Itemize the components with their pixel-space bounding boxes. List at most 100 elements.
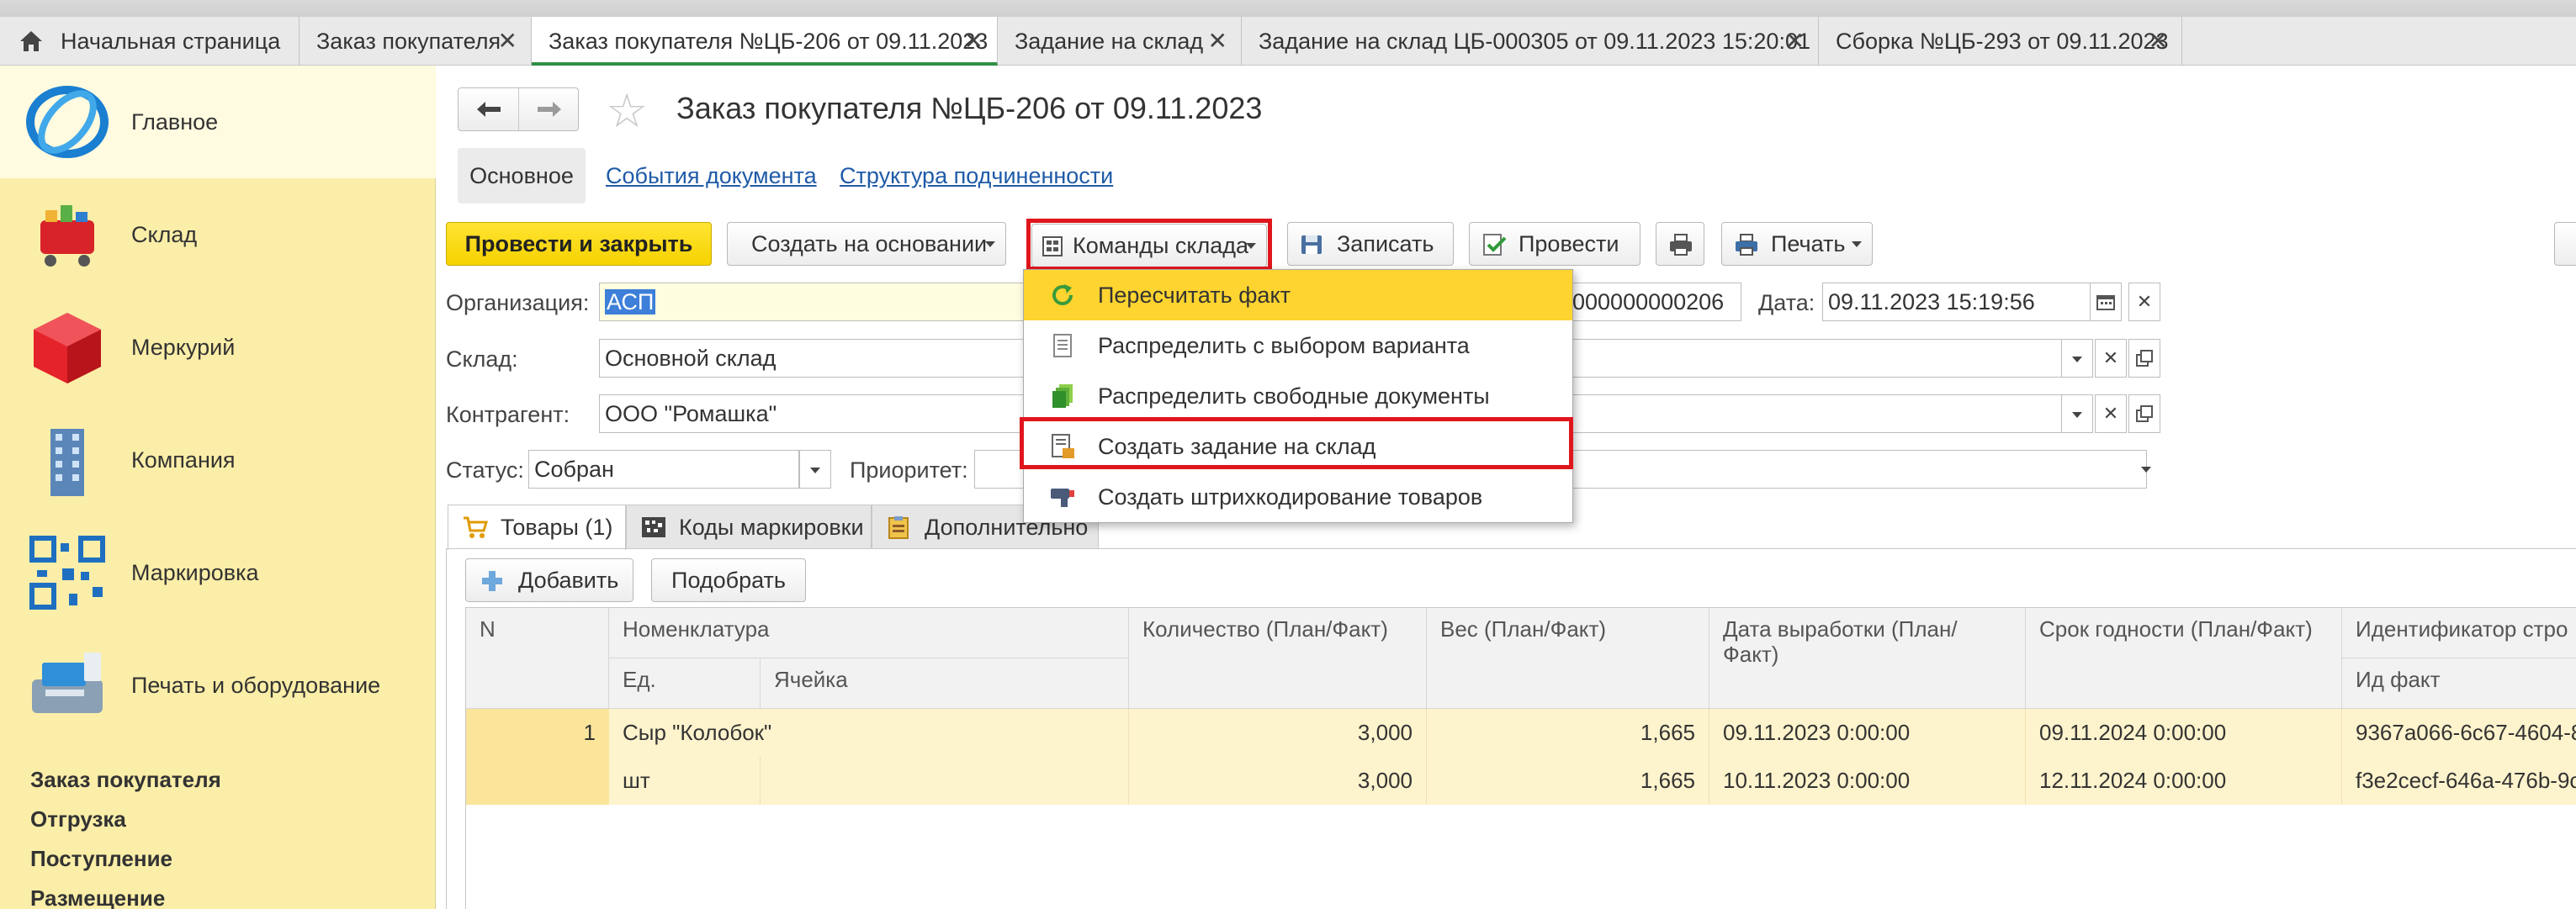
dropdown-arrow-icon — [2072, 356, 2082, 362]
forward-arrow-icon[interactable] — [536, 100, 563, 119]
back-arrow-icon[interactable] — [475, 100, 502, 119]
save-button[interactable]: Записать — [1287, 222, 1454, 266]
column-header-identifier[interactable]: Идентификатор стро — [2342, 608, 2576, 658]
warehouse-clear-button[interactable]: ✕ — [2095, 339, 2127, 378]
column-header-n[interactable]: N — [466, 608, 609, 709]
tab-warehouse-task[interactable]: Задание на склад ✕ — [998, 17, 1242, 66]
status-field[interactable]: Собран — [528, 450, 799, 489]
window-top-strip — [0, 0, 2576, 17]
tab-label: Коды маркировки — [679, 515, 864, 540]
column-header-cell[interactable]: Ячейка — [761, 658, 1129, 709]
sidebar-item-label: Компания — [131, 447, 236, 473]
sidebar-link-customer-order[interactable]: Заказ покупателя — [30, 760, 221, 800]
tab-label: Сборка №ЦБ-293 от 09.11.2023 — [1836, 29, 2169, 54]
counterparty-dropdown-button[interactable] — [2061, 394, 2093, 433]
counterparty-open-button[interactable] — [2128, 394, 2160, 433]
subtab-main[interactable]: Основное — [458, 148, 586, 203]
tab-label: Заказ покупателя №ЦБ-206 от 09.11.2023 — [549, 29, 989, 54]
print-icon-button[interactable] — [1656, 222, 1704, 266]
calendar-icon — [2096, 295, 2115, 310]
column-header-expiry[interactable]: Срок годности (План/Факт) — [2026, 608, 2342, 709]
printer-icon — [1736, 234, 1757, 256]
status-label: Статус: — [446, 457, 524, 483]
tab-marking-codes[interactable]: Коды маркировки — [626, 505, 872, 548]
column-header-weight[interactable]: Вес (План/Факт) — [1427, 608, 1709, 709]
plus-icon — [482, 571, 502, 591]
add-button[interactable]: Добавить — [465, 558, 633, 602]
close-icon[interactable]: ✕ — [498, 17, 517, 66]
create-based-on-button[interactable]: Создать на основании — [727, 222, 1006, 266]
sidebar-link-placement[interactable]: Размещение — [30, 879, 221, 909]
counterparty-label: Контрагент: — [446, 402, 570, 427]
main-logo-icon — [26, 86, 109, 158]
date-field[interactable]: 09.11.2023 15:19:56 — [1822, 283, 2100, 321]
menu-item-recalculate-fact[interactable]: Пересчитать факт — [1024, 270, 1572, 320]
column-header-quantity[interactable]: Количество (План/Факт) — [1129, 608, 1427, 709]
dropdown-arrow-icon — [810, 467, 820, 473]
tab-home[interactable]: Начальная страница — [0, 17, 299, 66]
status-dropdown-button[interactable] — [799, 450, 831, 489]
menu-item-label: Создать штрихкодирование товаров — [1098, 484, 1483, 510]
post-document-icon — [1483, 234, 1507, 256]
document-number-field[interactable]: 000000000206 — [1565, 283, 1741, 321]
more-button[interactable] — [2554, 222, 2576, 266]
cell-n: 1 — [583, 720, 596, 745]
tab-label: Задание на склад — [1015, 29, 1204, 54]
close-icon[interactable]: ✕ — [1785, 17, 1805, 66]
tab-assembly-293[interactable]: Сборка №ЦБ-293 от 09.11.2023 ✕ — [1819, 17, 2182, 66]
tab-goods[interactable]: Товары (1) — [448, 505, 626, 550]
highlight-frame-create-task — [1020, 417, 1573, 469]
warehouse-commands-menu: Пересчитать факт Распределить с выбором … — [1023, 269, 1573, 523]
calendar-button[interactable] — [2090, 283, 2122, 321]
tab-label: Товары (1) — [501, 515, 613, 540]
datamatrix-icon — [642, 517, 665, 537]
sidebar-link-receipt[interactable]: Поступление — [30, 839, 221, 879]
button-label: Записать — [1337, 231, 1434, 256]
sidebar-link-shipment[interactable]: Отгрузка — [30, 800, 221, 839]
warehouse-open-button[interactable] — [2128, 339, 2160, 378]
menu-item-distribute-free-documents[interactable]: Распределить свободные документы — [1024, 371, 1572, 421]
post-and-close-button[interactable]: Провести и закрыть — [446, 222, 712, 266]
sidebar-item-label: Меркурий — [131, 335, 236, 360]
priority-label: Приоритет: — [850, 457, 968, 483]
button-label: Добавить — [518, 568, 619, 593]
priority-dropdown-button[interactable] — [2130, 450, 2162, 489]
sidebar-item-main[interactable]: Главное — [0, 66, 436, 178]
cell-quantity-fact: 3,000 — [1129, 757, 1427, 805]
warehouse-dropdown-button[interactable] — [2061, 339, 2093, 378]
cell-weight-fact: 1,665 — [1427, 757, 1709, 805]
close-icon[interactable]: ✕ — [964, 17, 983, 66]
counterparty-clear-button[interactable]: ✕ — [2095, 394, 2127, 433]
pick-button[interactable]: Подобрать — [651, 558, 806, 602]
tab-customer-order[interactable]: Заказ покупателя ✕ — [299, 17, 532, 66]
sidebar-item-company[interactable]: Компания — [0, 404, 436, 516]
menu-item-create-barcoding[interactable]: Создать штрихкодирование товаров — [1024, 472, 1572, 522]
favorite-star-icon[interactable]: ☆ — [606, 87, 648, 135]
button-label: Провести — [1519, 231, 1619, 256]
nav-buttons — [458, 87, 579, 131]
sidebar-item-mercury[interactable]: Меркурий — [0, 291, 436, 404]
sidebar-item-warehouse[interactable]: Склад — [0, 178, 436, 291]
tab-warehouse-task-305[interactable]: Задание на склад ЦБ-000305 от 09.11.2023… — [1242, 17, 1819, 66]
sidebar-item-printing[interactable]: Печать и оборудование — [0, 629, 436, 742]
refresh-icon — [1052, 284, 1073, 305]
subtab-events[interactable]: События документа — [606, 163, 817, 189]
open-icon — [2136, 405, 2153, 422]
column-header-production-date[interactable]: Дата выработки (План/Факт) — [1709, 608, 2026, 709]
column-header-nomenclature[interactable]: Номенклатура — [609, 608, 1129, 658]
organization-field[interactable]: АСП — [599, 283, 1036, 321]
print-button[interactable]: Печать — [1721, 222, 1873, 266]
close-icon[interactable]: ✕ — [1208, 17, 1227, 66]
sidebar-item-marking[interactable]: Маркировка — [0, 516, 436, 629]
column-header-unit[interactable]: Ед. — [609, 658, 761, 709]
column-header-id-fact[interactable]: Ид факт — [2342, 658, 2576, 709]
close-icon[interactable]: ✕ — [2149, 17, 2168, 66]
subtab-structure[interactable]: Структура подчиненности — [840, 163, 1113, 189]
cell-cell — [761, 757, 1129, 805]
clear-date-button[interactable]: ✕ — [2128, 283, 2160, 321]
goods-table: N Номенклатура Ед. Ячейка Количество (Пл… — [465, 607, 2576, 909]
nav-separator — [518, 88, 519, 130]
menu-item-distribute-with-choice[interactable]: Распределить с выбором варианта — [1024, 320, 1572, 371]
post-button[interactable]: Провести — [1469, 222, 1640, 266]
tab-customer-order-206[interactable]: Заказ покупателя №ЦБ-206 от 09.11.2023 ✕ — [532, 17, 998, 66]
